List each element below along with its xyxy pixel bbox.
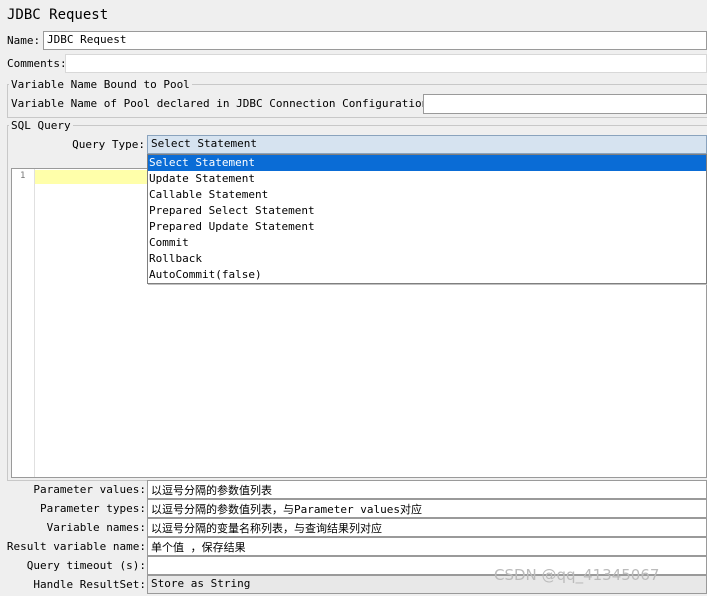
option-select-statement[interactable]: Select Statement: [148, 155, 706, 171]
variable-names-field[interactable]: 以逗号分隔的变量名称列表，与查询结果列对应: [147, 518, 707, 537]
query-type-select[interactable]: Select Statement: [147, 135, 707, 154]
query-timeout-label: Query timeout (s):: [26, 559, 146, 572]
option-update-statement[interactable]: Update Statement: [148, 171, 706, 187]
result-variable-name-label: Result variable name:: [6, 540, 146, 553]
sql-legend: SQL Query: [11, 119, 71, 132]
parameter-types-label: Parameter types:: [40, 502, 146, 515]
parameter-types-field[interactable]: 以逗号分隔的参数值列表，与Parameter values对应: [147, 499, 707, 518]
parameter-values-label: Parameter values:: [33, 483, 146, 496]
query-type-dropdown: Select Statement Update Statement Callab…: [147, 154, 707, 284]
name-field[interactable]: JDBC Request: [43, 31, 707, 50]
query-type-label: Query Type:: [72, 138, 145, 151]
option-callable-statement[interactable]: Callable Statement: [148, 187, 706, 203]
option-rollback[interactable]: Rollback: [148, 251, 706, 267]
variable-names-label: Variable names:: [46, 521, 146, 534]
comments-label: Comments:: [7, 57, 67, 70]
result-variable-name-field[interactable]: 单个值 ，保存结果: [147, 537, 707, 556]
name-label: Name:: [7, 34, 41, 47]
parameter-values-field[interactable]: 以逗号分隔的参数值列表: [147, 480, 707, 499]
option-autocommit-false[interactable]: AutoCommit(false): [148, 267, 706, 283]
line-gutter: 1: [12, 169, 35, 477]
current-line-highlight: [35, 170, 157, 184]
pool-name-field[interactable]: [423, 94, 707, 114]
watermark-text: CSDN @qq_41345067: [494, 566, 660, 584]
handle-resultset-label: Handle ResultSet:: [33, 578, 146, 591]
option-prepared-update-statement[interactable]: Prepared Update Statement: [148, 219, 706, 235]
comments-field[interactable]: [65, 54, 707, 73]
option-commit[interactable]: Commit: [148, 235, 706, 251]
page-title: JDBC Request: [7, 7, 109, 23]
option-prepared-select-statement[interactable]: Prepared Select Statement: [148, 203, 706, 219]
pool-label: Variable Name of Pool declared in JDBC C…: [11, 97, 435, 110]
line-number: 1: [20, 171, 26, 181]
pool-legend: Variable Name Bound to Pool: [11, 78, 190, 91]
